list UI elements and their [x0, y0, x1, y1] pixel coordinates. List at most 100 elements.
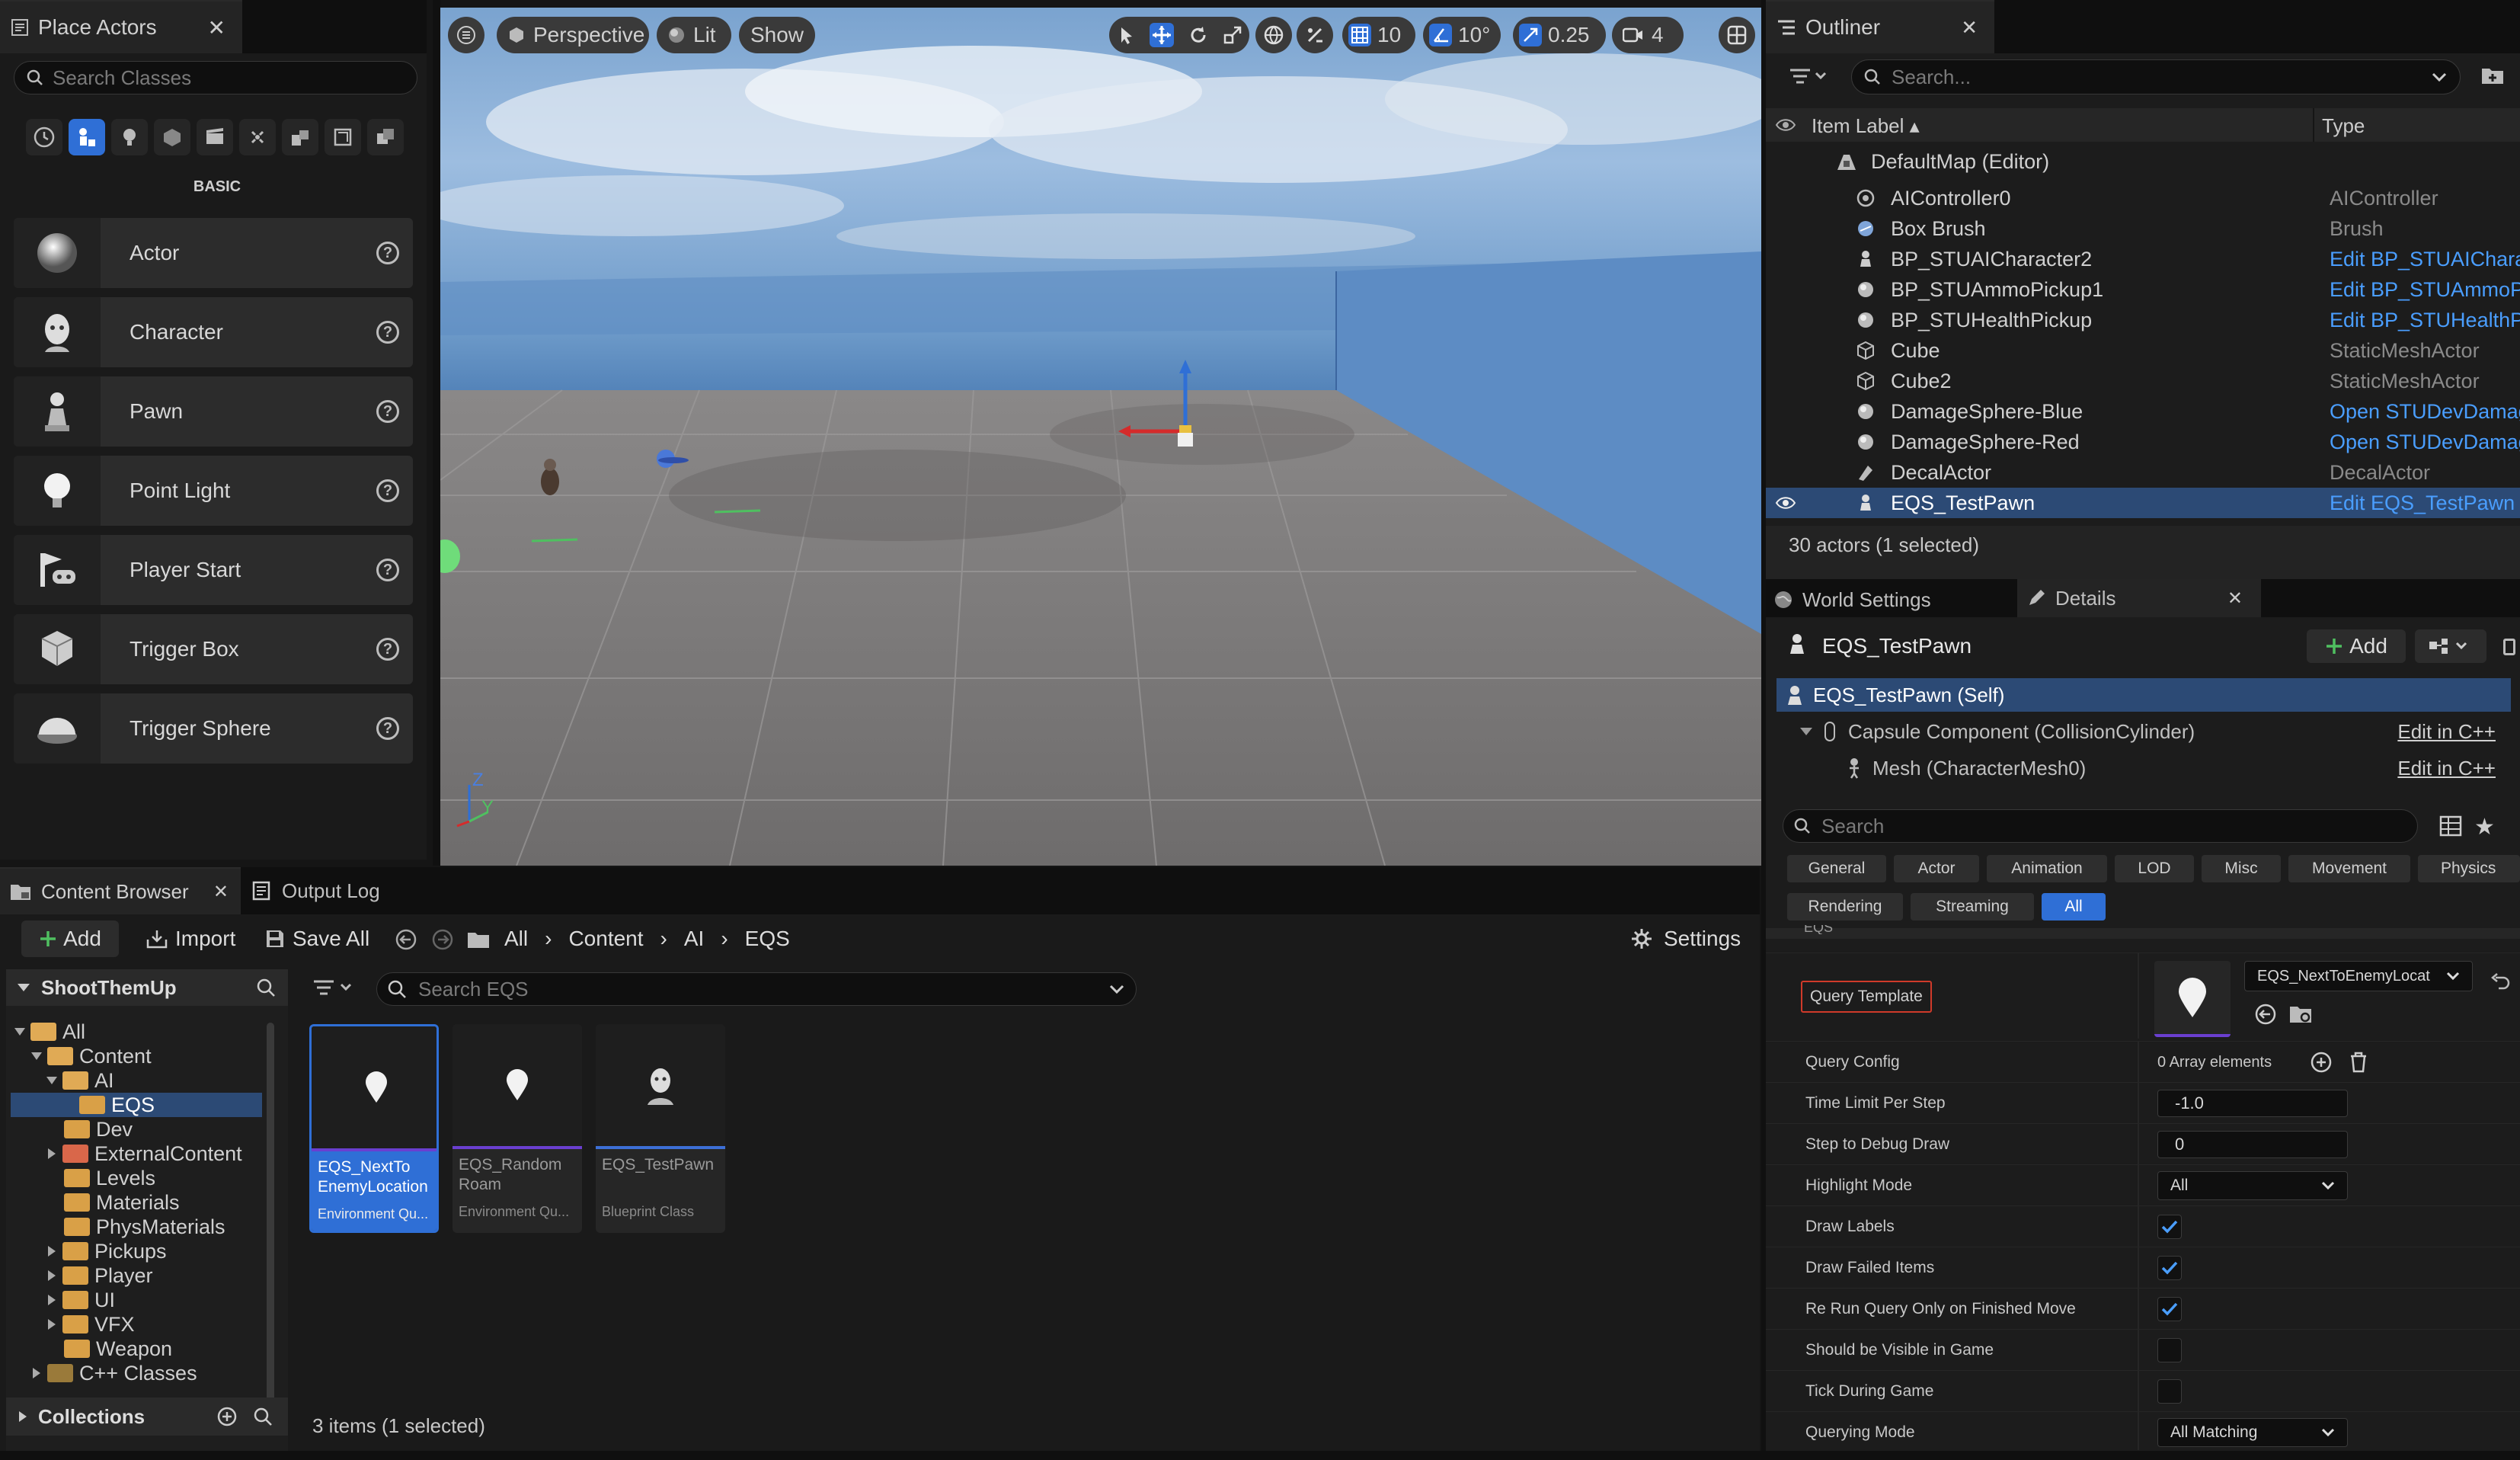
add-folder-button[interactable] [2480, 64, 2505, 85]
cb-import-button[interactable]: Import [146, 921, 235, 957]
highlight-mode-combo[interactable]: All [2157, 1171, 2348, 1200]
section-eqs[interactable]: EQS [1804, 925, 1833, 934]
chevron-right-icon[interactable]: › [545, 927, 552, 951]
filter-misc[interactable]: Misc [2202, 855, 2281, 882]
scale-tool-icon[interactable] [1222, 24, 1243, 46]
tree-scrollbar[interactable] [267, 1023, 274, 1425]
tree-item-pickups[interactable]: Pickups [47, 1239, 167, 1263]
outliner-search[interactable]: Search... [1851, 59, 2461, 94]
forward-icon[interactable] [431, 928, 454, 951]
filter-rendering[interactable]: Rendering [1787, 893, 1903, 921]
volumes-category-icon[interactable] [325, 119, 361, 155]
edit-in-cpp-link[interactable]: Edit in C++ [2397, 720, 2496, 744]
chevron-right-icon[interactable]: › [721, 927, 728, 951]
filter-streaming[interactable]: Streaming [1911, 893, 2034, 921]
cinematic-category-icon[interactable] [197, 119, 233, 155]
querying-mode-combo[interactable]: All Matching [2157, 1418, 2348, 1447]
folder-icon[interactable] [466, 930, 491, 949]
visible-in-game-checkbox[interactable] [2157, 1338, 2182, 1362]
tree-item-dev[interactable]: Dev [64, 1117, 133, 1141]
tab-place-actors[interactable]: Place Actors ✕ [0, 0, 242, 53]
geometry-category-icon[interactable] [282, 119, 318, 155]
splitter[interactable] [433, 0, 440, 866]
tree-item-levels[interactable]: Levels [64, 1166, 155, 1190]
outliner-row[interactable]: Cube StaticMeshActor [1766, 335, 2520, 366]
collections-header[interactable]: Collections [6, 1398, 288, 1436]
step-to-debug-input[interactable]: 0 [2157, 1131, 2348, 1158]
grid-snap-button[interactable]: 10 [1342, 17, 1415, 53]
tick-during-game-checkbox[interactable] [2157, 1379, 2182, 1404]
close-icon[interactable]: ✕ [213, 881, 229, 903]
search-icon[interactable] [256, 978, 276, 997]
tree-item-external-content[interactable]: ExternalContent [47, 1141, 242, 1166]
outliner-row-type-link[interactable]: Edit EQS_TestPawn [2330, 491, 2515, 515]
add-component-button[interactable]: Add [2307, 629, 2406, 663]
outliner-row[interactable]: BP_STUAICharacter2 Edit BP_STUAIChara [1766, 244, 2520, 274]
tree-item-weapon[interactable]: Weapon [64, 1337, 172, 1361]
component-row[interactable]: Capsule Component (CollisionCylinder) Ed… [1776, 715, 2511, 748]
world-local-toggle[interactable] [1255, 17, 1292, 53]
help-icon[interactable]: ? [376, 638, 399, 661]
component-row[interactable]: Mesh (CharacterMesh0) Edit in C++ [1776, 751, 2511, 785]
asset-search[interactable]: Search EQS [376, 972, 1137, 1006]
chevron-down-icon[interactable] [1108, 983, 1125, 995]
visual-effects-category-icon[interactable] [239, 119, 276, 155]
rerun-query-checkbox[interactable] [2157, 1297, 2182, 1321]
chevron-down-icon[interactable] [2431, 71, 2448, 83]
query-template-thumbnail[interactable] [2154, 961, 2231, 1037]
project-header[interactable]: ShootThemUp [6, 969, 288, 1006]
help-icon[interactable]: ? [376, 400, 399, 423]
actor-item-point-light[interactable]: Point Light ? [14, 456, 413, 526]
asset-tile[interactable]: EQS_TestPawn Blueprint Class [596, 1024, 725, 1233]
actor-item-character[interactable]: Character ? [14, 297, 413, 367]
tree-item-content[interactable]: Content [30, 1044, 152, 1068]
outliner-row-type-link[interactable]: Edit BP_STUAmmoP [2330, 278, 2520, 302]
lock-icon[interactable] [2503, 639, 2515, 655]
tab-content-browser[interactable]: Content Browser ✕ [0, 867, 241, 914]
show-button[interactable]: Show [739, 17, 815, 53]
help-icon[interactable]: ? [376, 242, 399, 264]
outliner-row[interactable]: DecalActor DecalActor [1766, 457, 2520, 488]
close-icon[interactable]: ✕ [1961, 16, 1978, 40]
add-collection-icon[interactable] [216, 1406, 238, 1427]
tree-item-ui[interactable]: UI [47, 1288, 115, 1312]
query-template-combo[interactable]: EQS_NextToEnemyLocat [2244, 961, 2473, 991]
outliner-row[interactable]: Box Brush Brush [1766, 213, 2520, 244]
actor-item-pawn[interactable]: Pawn ? [14, 376, 413, 447]
perspective-button[interactable]: Perspective [497, 17, 649, 53]
help-icon[interactable]: ? [376, 717, 399, 740]
breadcrumb-all[interactable]: All [504, 927, 528, 951]
outliner-row[interactable]: AIController0 AIController [1766, 183, 2520, 213]
tree-item-eqs[interactable]: EQS [79, 1093, 155, 1117]
breadcrumb-content[interactable]: Content [568, 927, 643, 951]
column-type[interactable]: Type [2322, 114, 2365, 138]
place-actors-search[interactable]: Search Classes [14, 61, 417, 94]
star-icon[interactable]: ★ [2474, 814, 2495, 840]
help-icon[interactable]: ? [376, 321, 399, 344]
breadcrumb-eqs[interactable]: EQS [745, 927, 790, 951]
rotate-tool-icon[interactable] [1188, 24, 1209, 46]
tree-item-cpp-classes[interactable]: C++ Classes [32, 1361, 197, 1385]
close-icon[interactable]: ✕ [2227, 588, 2243, 610]
tab-output-log[interactable]: Output Log [251, 867, 380, 914]
actor-item-trigger-sphere[interactable]: Trigger Sphere ? [14, 693, 413, 764]
actor-item-player-start[interactable]: Player Start ? [14, 535, 413, 605]
outliner-row[interactable]: DamageSphere-Red Open STUDevDamag [1766, 427, 2520, 457]
tree-item-ai[interactable]: AI [46, 1068, 114, 1093]
tab-details[interactable]: Details ✕ [2017, 579, 2261, 617]
table-view-icon[interactable] [2439, 815, 2462, 837]
search-icon[interactable] [253, 1407, 273, 1426]
chevron-down-icon[interactable] [1799, 726, 1813, 737]
trash-icon[interactable] [2348, 1051, 2369, 1074]
filter-movement[interactable]: Movement [2288, 855, 2410, 882]
filter-general[interactable]: General [1787, 855, 1886, 882]
filter-actor[interactable]: Actor [1894, 855, 1979, 882]
viewport-layout-button[interactable] [1719, 17, 1755, 53]
breadcrumb-ai[interactable]: AI [684, 927, 704, 951]
draw-failed-items-checkbox[interactable] [2157, 1256, 2182, 1280]
scale-snap-button[interactable]: 0.25 [1513, 17, 1606, 53]
cb-add-button[interactable]: Add [21, 921, 119, 957]
add-element-icon[interactable] [2310, 1051, 2333, 1074]
all-classes-category-icon[interactable] [367, 119, 404, 155]
outliner-row-type-link[interactable]: Edit BP_STUHealthP [2330, 309, 2520, 332]
